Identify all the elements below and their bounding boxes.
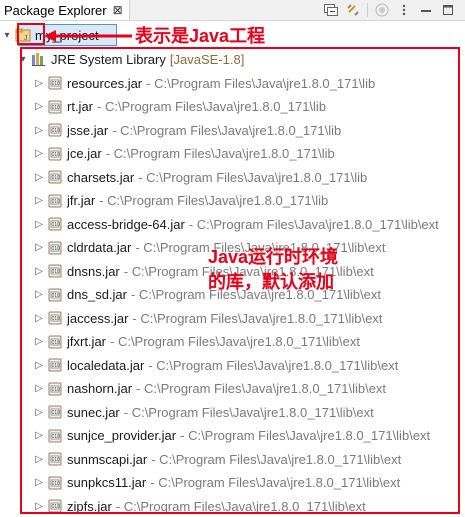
annotation-line-2: 的库，默认添加: [208, 272, 334, 292]
collapse-arrow-icon[interactable]: ▾: [2, 24, 12, 46]
link-with-editor-icon[interactable]: [342, 1, 364, 19]
toolbar-separator: [367, 3, 368, 17]
view-menu-icon[interactable]: [393, 1, 415, 19]
annotation-box-project: [17, 23, 45, 45]
annotation-line-1: Java运行时环境: [208, 247, 339, 267]
focus-icon[interactable]: [371, 1, 393, 19]
tab-label: Package Explorer: [4, 2, 107, 18]
minimize-icon[interactable]: [415, 1, 437, 19]
view-toolbar: [320, 1, 459, 19]
annotation-java-project: 表示是Java工程: [135, 26, 266, 46]
maximize-icon[interactable]: [437, 1, 459, 19]
annotation-runtime-library: Java运行时环境 的库，默认添加: [208, 245, 338, 295]
collapse-all-icon[interactable]: [320, 1, 342, 19]
annotation-arrow-icon: [44, 30, 132, 42]
tab-package-explorer[interactable]: Package Explorer ⊠: [0, 0, 130, 20]
view-tab-bar: Package Explorer ⊠: [0, 0, 465, 21]
close-icon[interactable]: ⊠: [113, 3, 123, 17]
